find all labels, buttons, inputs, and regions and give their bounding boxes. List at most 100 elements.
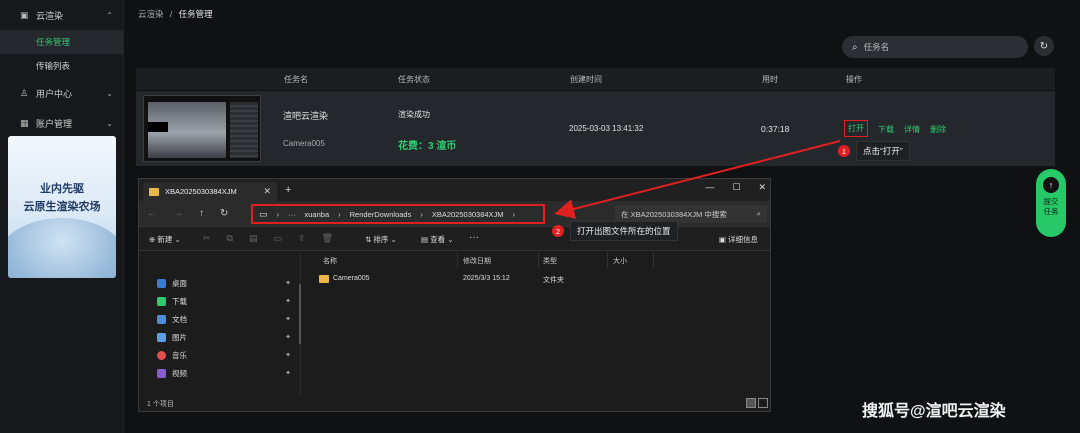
download-icon <box>157 296 166 306</box>
refresh-icon[interactable]: ↻ <box>220 208 228 219</box>
new-button[interactable]: ⊕ 新建 ⌄ <box>149 234 181 245</box>
task-fee: 花费：3 渲币 <box>398 141 457 152</box>
item-count: 1 个项目 <box>147 401 174 408</box>
task-row[interactable]: 渲吧云渲染 Camera005 渲染成功 花费：3 渲币 2025-03-03 … <box>136 91 1055 166</box>
file-list-header: 名称 修改日期 类型 大小 <box>315 252 655 268</box>
promo-banner[interactable]: 业内先驱 云原生渲染农场 <box>8 136 116 278</box>
nav-group-cloud-render[interactable]: ▣ 云渲染 ⌃ <box>0 0 123 30</box>
task-table-header: 任务名 任务状态 创建时间 用时 操作 <box>136 68 1055 90</box>
user-icon: ♙ <box>20 87 29 98</box>
folder-icon <box>319 275 329 283</box>
pin-icon: ✦ <box>285 298 291 305</box>
task-actions: 打开 下载 详情 删除 <box>844 120 946 137</box>
path-segment[interactable]: xuanba <box>305 210 330 219</box>
pin-icon: ✦ <box>285 334 291 341</box>
breadcrumb-parent[interactable]: 云渲染 <box>138 9 164 19</box>
quick-access-pane: 桌面 ✦ 下载 ✦ 文档 ✦ 图片 ✦ 音乐 ✦ 视频 ✦ <box>139 252 301 396</box>
copy-icon[interactable]: ⧉ <box>227 233 233 244</box>
task-duration: 0:37:18 <box>761 124 790 134</box>
music-icon <box>157 350 166 360</box>
promo-line1: 业内先驱 <box>40 183 84 195</box>
task-camera: Camera005 <box>283 139 325 148</box>
task-search-input[interactable]: ⌕ 任务名 <box>842 36 1028 58</box>
callout-step-2: 2 打开出图文件所在的位置 <box>552 221 678 241</box>
explorer-tab[interactable]: XBA2025030384XJM ✕ <box>143 182 277 201</box>
maximize-icon[interactable]: ☐ <box>732 182 740 193</box>
column-modified[interactable]: 修改日期 <box>463 256 491 266</box>
rename-icon[interactable]: ▭ <box>274 233 283 244</box>
pin-icon: ✦ <box>285 370 291 377</box>
nav-group-user-center[interactable]: ♙ 用户中心 ⌄ <box>0 78 123 108</box>
toolbar-disabled-icons: ✂ ⧉ ▤ ▭ ⇪ 🗑 <box>203 233 333 244</box>
view-button[interactable]: ▤ 查看 ⌄ <box>421 234 454 245</box>
quick-access-downloads[interactable]: 下载 ✦ <box>157 293 297 309</box>
sidebar: ▣ 云渲染 ⌃ 任务管理 传输列表 ♙ 用户中心 ⌄ ▦ 账户管理 ⌄ 业内先驱… <box>0 0 124 433</box>
delete-button[interactable]: 删除 <box>930 124 946 137</box>
task-status: 渲染成功 <box>398 110 430 119</box>
up-icon[interactable]: ↑ <box>199 208 204 219</box>
refresh-button[interactable]: ↻ <box>1034 36 1054 56</box>
open-button[interactable]: 打开 <box>844 120 868 137</box>
folder-icon <box>149 187 159 196</box>
cut-icon[interactable]: ✂ <box>203 233 211 244</box>
explorer-nav-buttons: ← → ↑ ↻ <box>147 208 228 219</box>
chevron-down-icon: ⌄ <box>106 118 113 128</box>
quick-access-music[interactable]: 音乐 ✦ <box>157 347 297 363</box>
document-icon <box>157 314 166 324</box>
address-path[interactable]: ▭ › ··· xuanba › RenderDownloads › XBA20… <box>251 204 545 224</box>
details-view-icon[interactable] <box>746 398 756 408</box>
sidebar-item-task-management[interactable]: 任务管理 <box>0 30 123 54</box>
arrow-up-icon: ↑ <box>1043 177 1059 193</box>
back-icon[interactable]: ← <box>147 208 157 219</box>
quick-access-videos[interactable]: 视频 ✦ <box>157 365 297 381</box>
image-icon: ▣ <box>20 9 29 20</box>
trash-icon[interactable]: 🗑 <box>322 233 333 244</box>
sidebar-item-transfer-list[interactable]: 传输列表 <box>0 54 123 78</box>
search-icon: ⌕ <box>756 209 761 218</box>
computer-icon: ▭ <box>259 208 268 219</box>
details-pane-button[interactable]: ▣ 详细信息 <box>719 234 758 245</box>
minimize-icon[interactable]: — <box>705 182 714 193</box>
refresh-icon: ↻ <box>1039 40 1049 52</box>
new-tab-button[interactable]: + <box>285 184 291 196</box>
sort-button[interactable]: ⇅ 排序 ⌄ <box>365 234 397 245</box>
picture-icon <box>157 332 166 342</box>
nav-group-account-management[interactable]: ▦ 账户管理 ⌄ <box>0 108 123 138</box>
breadcrumb: 云渲染 / 任务管理 <box>138 9 213 19</box>
column-name[interactable]: 名称 <box>323 256 337 266</box>
download-button[interactable]: 下载 <box>878 124 894 137</box>
submit-task-button[interactable]: ↑ 提交 任务 <box>1036 169 1066 237</box>
callout-text-2: 打开出图文件所在的位置 <box>570 221 678 241</box>
file-explorer-window[interactable]: XBA2025030384XJM ✕ + — ☐ ✕ ← → ↑ ↻ ▭ › ·… <box>138 178 771 412</box>
share-icon[interactable]: ⇪ <box>298 233 306 244</box>
close-window-icon[interactable]: ✕ <box>758 182 766 193</box>
forward-icon[interactable]: → <box>173 208 183 219</box>
task-created-time: 2025-03-03 13:41:32 <box>569 124 644 133</box>
quick-access-pictures[interactable]: 图片 ✦ <box>157 329 297 345</box>
file-row[interactable]: Camera005 2025/3/3 15:12 文件夹 <box>315 273 575 287</box>
callout-step-1: 1 点击“打开” <box>838 141 910 161</box>
tiles-view-icon[interactable] <box>758 398 768 408</box>
promo-line2: 云原生渲染农场 <box>23 201 101 213</box>
path-segment[interactable]: RenderDownloads <box>350 210 412 219</box>
details-button[interactable]: 详情 <box>904 124 920 137</box>
render-thumbnail[interactable] <box>143 95 261 162</box>
app-root: ▣ 云渲染 ⌃ 任务管理 传输列表 ♙ 用户中心 ⌄ ▦ 账户管理 ⌄ 业内先驱… <box>0 0 1080 433</box>
paste-icon[interactable]: ▤ <box>249 233 258 244</box>
video-icon <box>157 368 166 378</box>
window-controls: — ☐ ✕ <box>705 182 766 193</box>
column-type[interactable]: 类型 <box>543 256 557 266</box>
grid-icon: ▦ <box>20 117 29 128</box>
chevron-up-icon: ⌃ <box>106 10 113 20</box>
step-badge-2: 2 <box>552 225 564 237</box>
column-size[interactable]: 大小 <box>613 256 627 266</box>
search-icon: ⌕ <box>852 41 858 53</box>
pin-icon: ✦ <box>285 280 291 287</box>
path-segment[interactable]: XBA2025030384XJM <box>432 210 504 219</box>
quick-access-desktop[interactable]: 桌面 ✦ <box>157 275 297 291</box>
sidebar-scrollbar[interactable] <box>299 284 301 344</box>
more-icon[interactable]: ··· <box>469 232 479 243</box>
close-tab-icon[interactable]: ✕ <box>263 186 271 197</box>
quick-access-documents[interactable]: 文档 ✦ <box>157 311 297 327</box>
step-badge-1: 1 <box>838 145 850 157</box>
